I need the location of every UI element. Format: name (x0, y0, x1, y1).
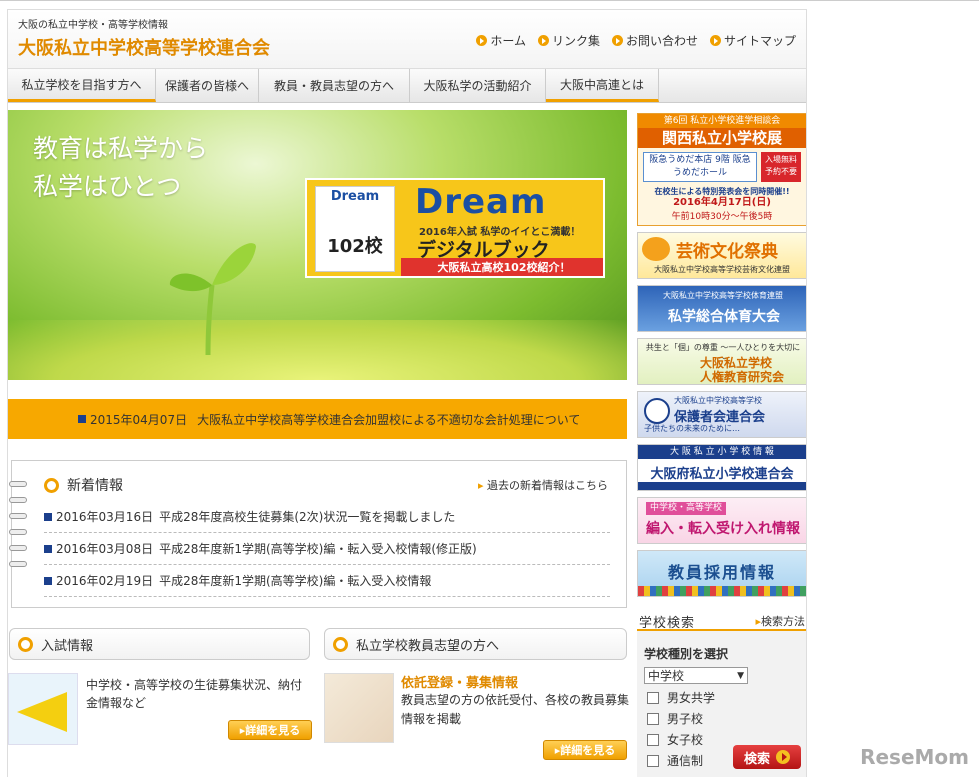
notice-date: 2015年04月07日 (90, 412, 188, 427)
books-decoration (638, 586, 806, 596)
private-elementary-expo-banner[interactable]: 第6回 私立小学校進学相談会 関西私立小学校展 阪急うめだ本店 9階 阪急うめだ… (637, 113, 806, 226)
links-link[interactable]: リンク集 (537, 32, 600, 49)
school-type-select[interactable]: 中学校 ▼ (644, 667, 748, 684)
sports-tournament-banner[interactable]: 大阪私立中学校高等学校体育連盟 私学総合体育大会 (637, 285, 806, 332)
admission-description: 中学校・高等学校の生徒募集状況、納付金情報など (86, 678, 303, 710)
square-bullet-icon (78, 415, 86, 423)
hero-slogan-line2: 私学はひとつ (33, 172, 182, 201)
admission-heading: 入試情報 (9, 628, 310, 660)
admission-detail-button[interactable]: ▸ 詳細を見る (228, 720, 312, 740)
binder-rings (9, 481, 29, 577)
square-bullet-icon (44, 512, 52, 521)
hero-slogan-line1: 教育は私学から (33, 134, 209, 163)
notice-bar[interactable]: 2015年04月07日 大阪私立中学校高等学校連合会加盟校による不適切な会計処理… (8, 399, 627, 439)
teacher-heading: 私立学校教員志望の方へ (324, 628, 627, 660)
arrow-circle-icon (476, 35, 488, 46)
news-list: 2016年03月16日 平成28年度高校生徒募集(2次)状況一覧を掲載しました 2… (44, 501, 610, 597)
correspondence-option[interactable]: 通信制 (647, 752, 703, 769)
teacher-description: 教員志望の方の依託受付、各校の教員募集情報を掲載 (401, 693, 630, 726)
arrow-circle-icon (611, 35, 623, 46)
coed-option[interactable]: 男女共学 (647, 689, 715, 706)
utility-links: ホーム リンク集 お問い合わせ サイトマップ (476, 32, 796, 49)
square-bullet-icon (44, 544, 52, 553)
page-frame: 大阪の私立中学校・高等学校情報 大阪私立中学校高等学校連合会 ホーム リンク集 … (7, 9, 807, 777)
search-header: 学校検索 検索方法 (637, 613, 806, 631)
teacher-detail-button[interactable]: ▸ 詳細を見る (543, 740, 627, 760)
news-panel: 新着情報 過去の新着情報はこちら 2016年03月16日平成28年度高校生徒募集… (9, 460, 627, 608)
dream-digital-book-banner[interactable]: Dream 102校 Dream 2016年入試 私学のイイとこ満載！ デジタル… (305, 178, 605, 278)
dream-bar: 大阪私立高校102校紹介！ (401, 258, 603, 276)
boys-option[interactable]: 男子校 (647, 710, 703, 727)
search-button[interactable]: 検索 (733, 745, 801, 769)
nav-parents[interactable]: 保護者の皆様へ (156, 69, 259, 102)
checkbox[interactable] (647, 754, 659, 767)
news-item[interactable]: 2016年02月19日 平成28年度新1学期(高等学校)編・転入受入校情報 (44, 565, 610, 597)
site-tagline: 大阪の私立中学校・高等学校情報 (18, 20, 168, 31)
parents-association-banner[interactable]: 大阪私立中学校高等学校 保護者会連合会 子供たちの未来のために… (637, 391, 806, 438)
search-title: 学校検索 (639, 615, 696, 631)
watermark-logo: ReseMom (860, 745, 969, 769)
hero-grass (8, 320, 627, 380)
chevron-down-icon: ▼ (737, 670, 744, 681)
news-heading: 新着情報 (44, 475, 123, 495)
circle-bullet-icon (333, 636, 348, 652)
site-header: 大阪の私立中学校・高等学校情報 大阪私立中学校高等学校連合会 ホーム リンク集 … (8, 10, 806, 68)
school-type-label: 学校種別を選択 (644, 647, 729, 661)
arrow-circle-icon (537, 35, 549, 46)
dream-logo: Dream (415, 182, 547, 222)
music-note-icon (642, 237, 670, 261)
school-search-panel: 学校検索 検索方法 学校種別を選択 中学校 ▼ 男女共学 男子校 女子校 通信制… (637, 613, 806, 777)
association-logo-icon (644, 398, 670, 424)
circle-bullet-icon (18, 636, 33, 652)
girls-option[interactable]: 女子校 (647, 731, 703, 748)
transfer-info-banner[interactable]: 中学校・高等学校 編入・転入受け入れ情報 (637, 497, 806, 544)
sitemap-link[interactable]: サイトマップ (709, 32, 796, 49)
global-nav: 私立学校を目指す方へ 保護者の皆様へ 教員・教員志望の方へ 大阪私学の活動紹介 … (8, 68, 806, 103)
dream-book-cover: Dream 102校 (315, 186, 395, 272)
notice-text: 大阪私立中学校高等学校連合会加盟校による不適切な会計処理について (197, 412, 581, 427)
square-bullet-icon (44, 576, 52, 585)
checkbox[interactable] (647, 733, 659, 746)
circle-bullet-icon (44, 477, 59, 493)
checkbox[interactable] (647, 691, 659, 704)
dream-book-logo: Dream (330, 189, 380, 204)
nav-activities[interactable]: 大阪私学の活動紹介 (410, 69, 546, 102)
checkbox[interactable] (647, 712, 659, 725)
human-rights-banner[interactable]: 共生と「個」の尊重 ～一人ひとりを大切に～ 大阪私立学校 人権教育研究会 (637, 338, 806, 385)
arrow-circle-icon (776, 750, 790, 764)
dream-book-count: 102校 (327, 236, 383, 257)
news-item[interactable]: 2016年03月08日 平成28年度新1学期(高等学校)編・転入受入校情報(修正版… (44, 533, 610, 565)
nav-prospective-students[interactable]: 私立学校を目指す方へ (8, 69, 156, 102)
contact-link[interactable]: お問い合わせ (611, 32, 698, 49)
home-link[interactable]: ホーム (476, 32, 526, 49)
hero-slogan: 教育は私学から 私学はひとつ (33, 130, 208, 206)
top-border (0, 0, 979, 1)
art-festival-banner[interactable]: 芸術文化祭典 大阪私立中学校高等学校芸術文化連盟 (637, 232, 806, 279)
sprout-icon (169, 243, 256, 355)
nav-teachers[interactable]: 教員・教員志望の方へ (259, 69, 410, 102)
past-news-link[interactable]: 過去の新着情報はこちら (478, 477, 608, 493)
writing-hand-image (324, 673, 394, 743)
sidebar-banners: 第6回 私立小学校進学相談会 関西私立小学校展 阪急うめだ本店 9階 阪急うめだ… (637, 113, 806, 603)
nav-about[interactable]: 大阪中高連とは (546, 69, 659, 102)
elementary-association-banner[interactable]: 大 阪 私 立 小 学 校 情 報 大阪府私立小学校連合会 (637, 444, 806, 491)
teacher-recruit-banner[interactable]: 教員採用情報 (637, 550, 806, 597)
megaphone-image (8, 673, 78, 745)
search-help-link[interactable]: 検索方法 (755, 613, 805, 629)
arrow-circle-icon (709, 35, 721, 46)
hero-banner: 教育は私学から 私学はひとつ Dream 102校 Dream 2016年入試 … (8, 110, 627, 380)
site-title[interactable]: 大阪私立中学校高等学校連合会 (18, 34, 270, 60)
news-item[interactable]: 2016年03月16日 平成28年度高校生徒募集(2次)状況一覧を掲載しました (44, 501, 610, 533)
teacher-registration-link[interactable]: 依託登録・募集情報 (401, 672, 518, 691)
